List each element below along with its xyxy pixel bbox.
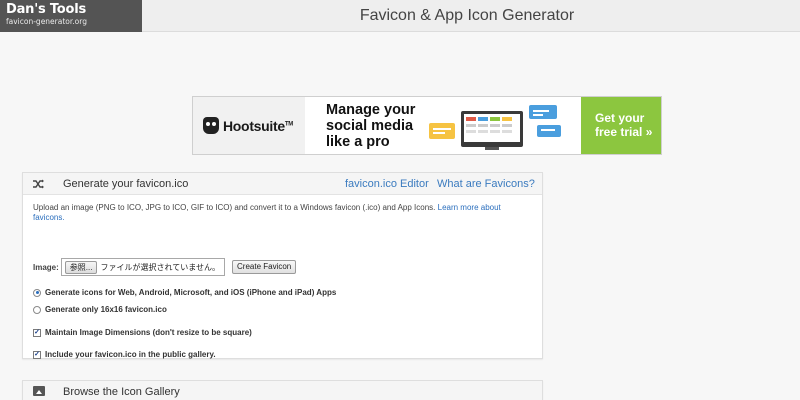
generator-panel: Generate your favicon.ico favicon.ico Ed… <box>22 172 543 359</box>
gallery-panel: Browse the Icon Gallery <box>22 380 543 400</box>
create-favicon-button[interactable]: Create Favicon <box>232 260 297 274</box>
radio-all-platforms[interactable] <box>33 288 41 297</box>
generator-title: Generate your favicon.ico <box>63 178 189 190</box>
dashboard-illustration-icon <box>429 105 561 150</box>
ad-banner[interactable]: HootsuiteTM Manage your social media lik… <box>192 96 662 155</box>
page-title: Favicon & App Icon Generator <box>359 7 575 24</box>
favicon-editor-link[interactable]: favicon.ico Editor <box>345 178 429 190</box>
option-16x16-only[interactable]: Generate only 16x16 favicon.ico <box>33 305 167 314</box>
option-public-gallery[interactable]: ✓ Include your favicon.ico in the public… <box>33 350 216 359</box>
radio-16x16-only[interactable] <box>33 305 41 314</box>
checkbox-public-gallery[interactable]: ✓ <box>33 350 41 359</box>
shuffle-icon <box>33 179 44 189</box>
top-bar: Dan's Tools favicon-generator.org Favico… <box>0 0 800 32</box>
ad-headline: Manage your social media like a pro <box>326 102 416 150</box>
ad-cta-button[interactable]: Get your free trial » <box>581 97 661 154</box>
gallery-panel-header[interactable]: Browse the Icon Gallery <box>23 381 542 400</box>
checkbox-maintain-dimensions[interactable]: ✓ <box>33 328 41 337</box>
option-all-platforms[interactable]: Generate icons for Web, Android, Microso… <box>33 288 336 297</box>
ad-brand-name: HootsuiteTM <box>223 117 293 134</box>
image-icon <box>33 386 45 396</box>
what-are-favicons-link[interactable]: What are Favicons? <box>437 178 535 190</box>
browse-button[interactable]: 参照... <box>64 260 98 274</box>
image-label: Image: <box>33 262 59 272</box>
logo-subtitle: favicon-generator.org <box>6 17 87 26</box>
logo-title: Dan's Tools <box>6 2 87 17</box>
image-upload-row: Image: 参照... ファイルが選択されていません。 Create Favi… <box>33 258 297 276</box>
generator-description: Upload an image (PNG to ICO, JPG to ICO,… <box>33 203 501 222</box>
no-file-selected-text: ファイルが選択されていません。 <box>100 262 220 272</box>
ad-brand: HootsuiteTM <box>193 97 305 154</box>
owl-logo-icon <box>203 117 219 134</box>
option-maintain-dimensions[interactable]: ✓ Maintain Image Dimensions (don't resiz… <box>33 328 252 337</box>
generator-panel-header: Generate your favicon.ico favicon.ico Ed… <box>23 173 542 195</box>
generator-panel-body: Upload an image (PNG to ICO, JPG to ICO,… <box>23 195 542 359</box>
site-logo[interactable]: Dan's Tools favicon-generator.org <box>0 0 142 32</box>
file-input[interactable]: 参照... ファイルが選択されていません。 <box>60 258 225 276</box>
gallery-title: Browse the Icon Gallery <box>63 386 180 398</box>
